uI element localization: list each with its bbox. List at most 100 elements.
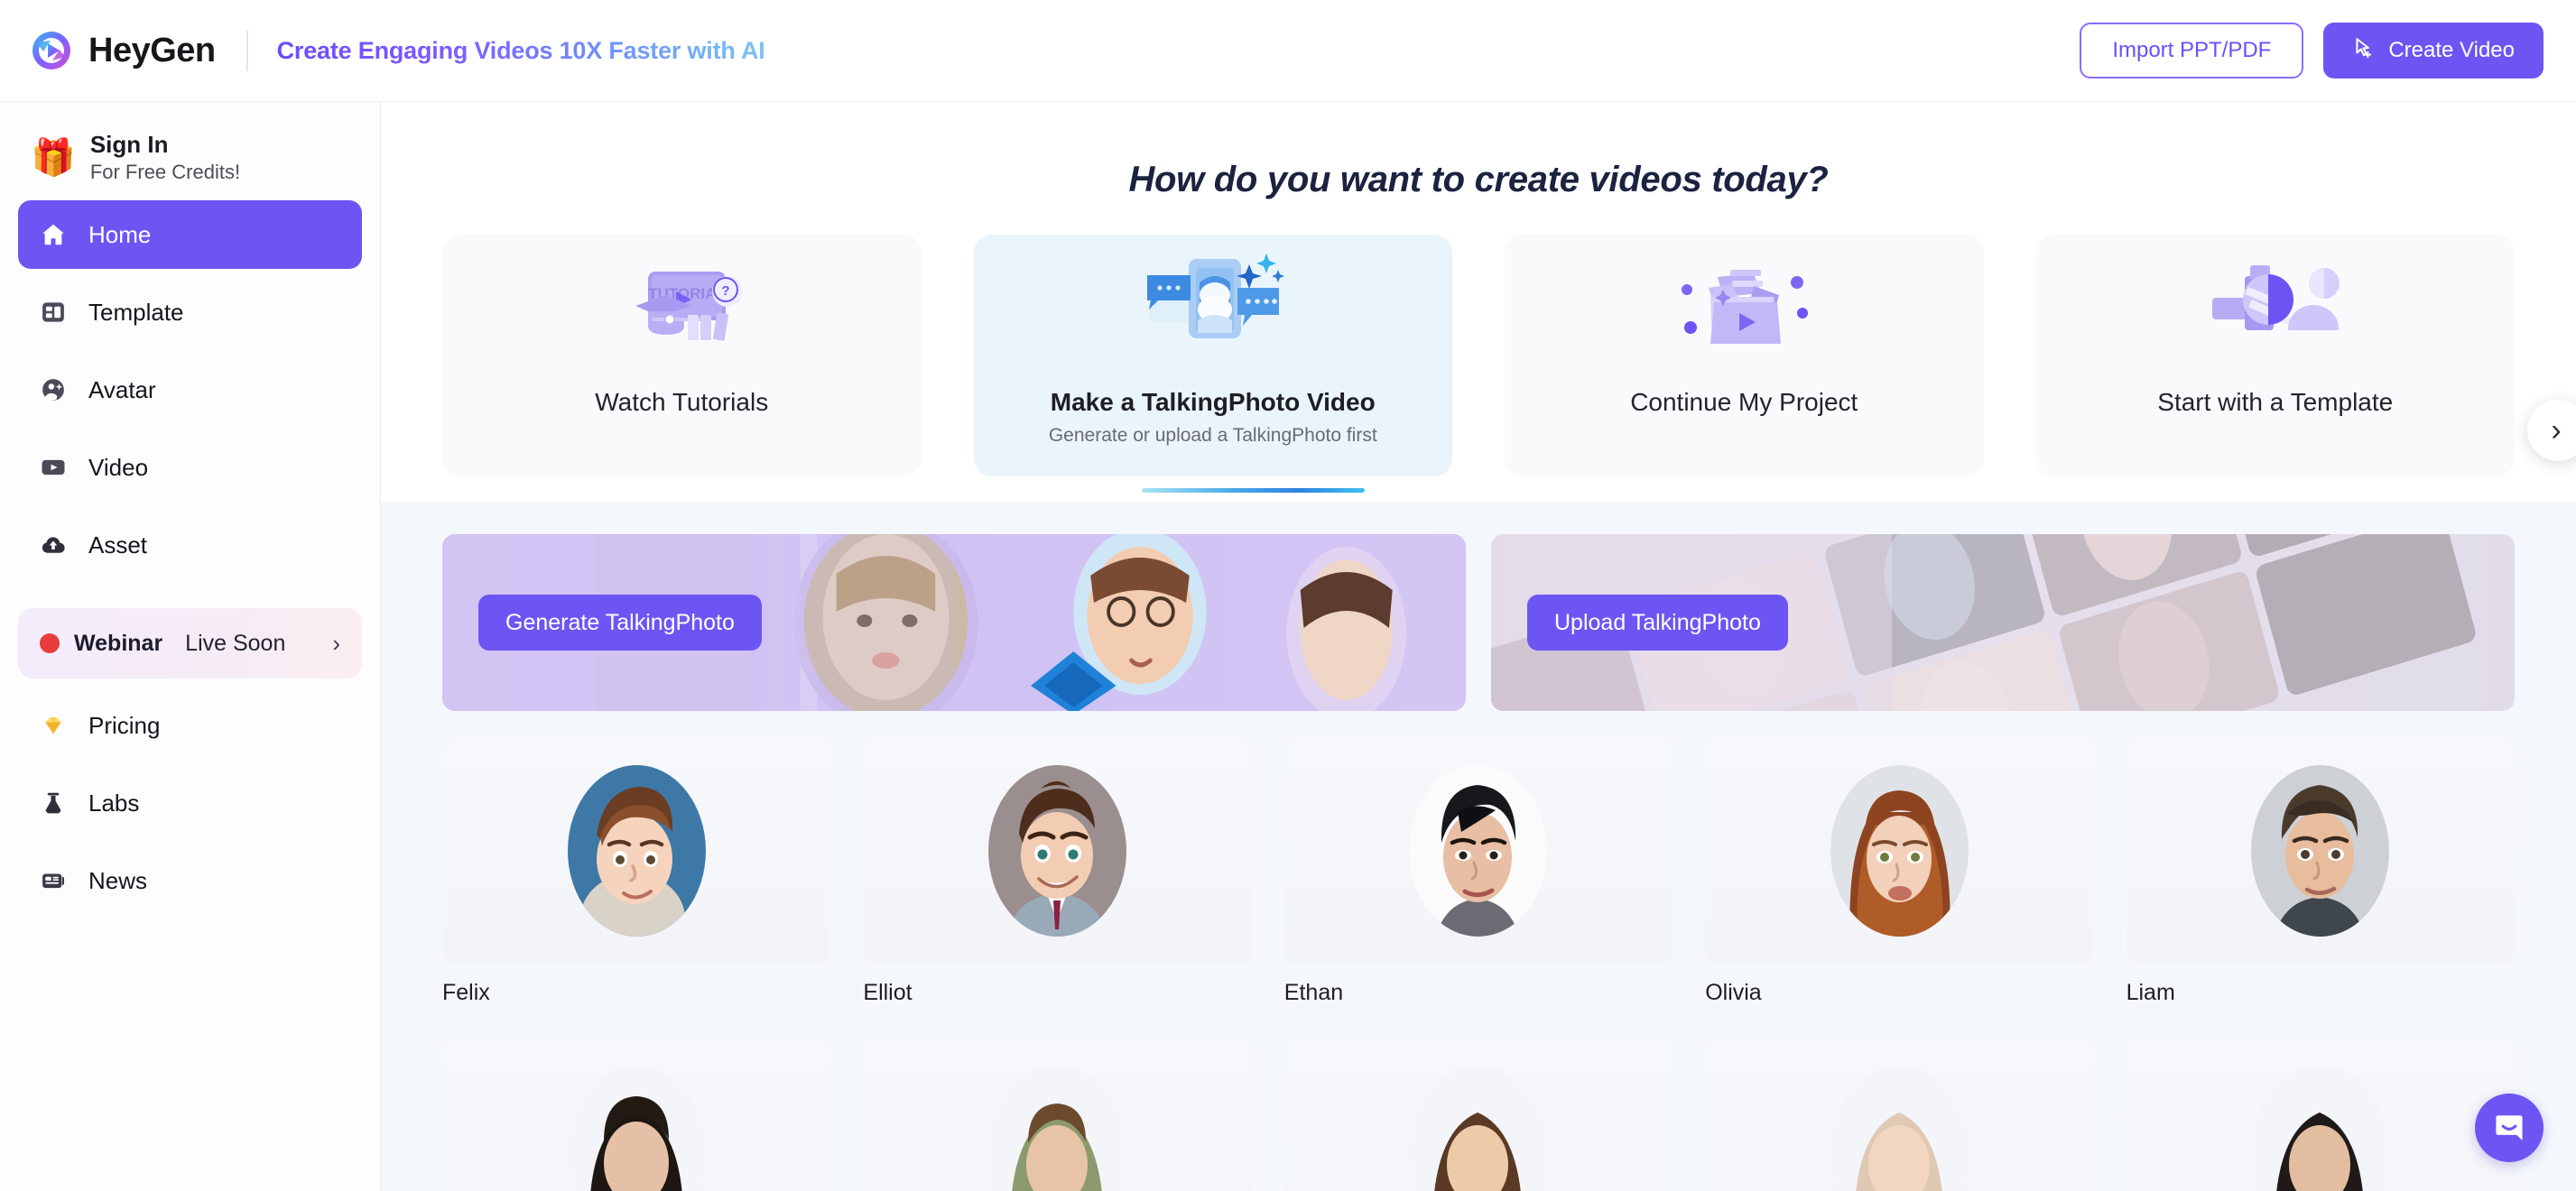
sidebar-item-home[interactable]: Home [18,200,362,269]
avatar-icon [38,374,69,405]
option-card-label: Start with a Template [2157,388,2394,416]
active-card-underline [1142,488,1365,493]
option-card-label: Make a TalkingPhoto Video [1050,388,1376,416]
avatar-card-row2-4[interactable] [1705,1039,2094,1191]
avatar-name: Elliot [863,980,913,1005]
webinar-status-label: Live Soon [185,630,286,656]
news-icon [38,865,69,896]
avatar-image [567,1066,706,1191]
avatar-card-ethan[interactable] [1283,738,1673,964]
chat-bubble-icon [2492,1110,2526,1147]
avatar-image [2251,1066,2390,1191]
sidebar-item-pricing[interactable]: Pricing [18,691,362,760]
avatar-cell: Ethan [1283,738,1673,1006]
avatar-image [1409,1066,1548,1191]
template-shapes-icon [2036,251,2516,374]
avatar-grid: Felix Elliot Ethan Olivia Liam [442,738,2515,1191]
option-card-sublabel: Generate or upload a TalkingPhoto first [1048,425,1377,446]
avatar-name: Felix [442,980,490,1005]
tutorial-video-icon: TUTORIAL ? [442,251,922,374]
sidebar-label-home: Home [88,220,152,248]
option-card-label: Watch Tutorials [595,388,769,416]
avatar-cell [1705,1039,2094,1191]
webinar-label: Webinar [74,630,163,656]
avatar-image [567,765,706,937]
brand-logo[interactable]: HeyGen [31,30,216,71]
option-card-start-with-template[interactable]: Start with a Template [2035,235,2516,476]
avatar-name: Liam [2126,980,2175,1005]
cursor-plus-icon [2352,36,2376,66]
avatar-card-row2-2[interactable] [863,1039,1252,1191]
option-card-make-talkingphoto-video[interactable]: Make a TalkingPhoto Video Generate or up… [973,235,1452,476]
app-header: HeyGen Create Engaging Videos 10X Faster… [0,0,2576,101]
sidebar-item-template[interactable]: Template [18,278,362,346]
carousel-indicator-row [381,476,2576,502]
flask-icon [38,788,69,818]
sidebar-item-news[interactable]: News [18,846,362,915]
option-card-continue-my-project[interactable]: Continue My Project [1505,235,1984,476]
page-title: How do you want to create videos today? [1128,160,1829,199]
avatar-cell: Elliot [863,738,1252,1006]
avatar-name: Ethan [1283,980,1344,1005]
sidebar-label-video: Video [88,453,149,481]
avatar-card-olivia[interactable] [1705,738,2094,964]
sign-in-title: Sign In [89,131,169,158]
avatar-cell: Felix [442,738,831,1006]
chat-support-button[interactable] [2475,1094,2544,1162]
avatar-cell [2126,1039,2515,1191]
sidebar-label-news: News [88,866,148,894]
sidebar-item-video[interactable]: Video [18,433,362,502]
avatar-card-row2-1[interactable] [442,1039,831,1191]
sidebar-item-labs[interactable]: Labs [18,769,362,837]
left-sidebar: 🎁 Sign In For Free Credits! Home Templat… [0,101,381,1191]
upload-talkingphoto-banner[interactable]: Upload TalkingPhoto [1491,534,2515,711]
avatar-card-elliot[interactable] [863,738,1252,964]
header-divider [246,30,248,71]
avatar-card-liam[interactable] [2126,738,2515,964]
option-card-watch-tutorials[interactable]: TUTORIAL ? Watch Tutorials [442,235,922,476]
template-icon [38,297,69,328]
create-options-carousel: TUTORIAL ? Watch Tutorials Make a Talkin… [381,200,2576,476]
header-tagline: Create Engaging Videos 10X Faster with A… [276,36,765,64]
avatar-card-row2-3[interactable] [1283,1039,1673,1191]
generate-talkingphoto-button[interactable]: Generate TalkingPhoto [478,595,762,651]
sign-in-block[interactable]: 🎁 Sign In For Free Credits! [18,116,362,200]
sidebar-label-avatar: Avatar [88,375,156,403]
avatar-image [2251,765,2390,937]
avatar-cell: Olivia [1705,738,2094,1006]
avatar-cell [442,1039,831,1191]
sidebar-item-asset[interactable]: Asset [18,511,362,579]
avatar-card-felix[interactable] [442,738,831,964]
project-folder-icon [1505,251,1984,374]
chevron-right-icon: › [332,629,340,657]
avatar-name: Olivia [1705,980,1762,1005]
heygen-shutter-logo-icon [31,30,72,71]
avatar-grid-section: Felix Elliot Ethan Olivia Liam [381,711,2576,1191]
live-dot-icon [40,633,60,653]
main-content: How do you want to create videos today? … [381,101,2576,1191]
hero-section: How do you want to create videos today? … [381,102,2576,502]
avatar-image [988,765,1127,937]
create-video-button[interactable]: Create Video [2323,23,2544,78]
avatar-card-row2-5[interactable] [2126,1039,2515,1191]
upload-talkingphoto-button[interactable]: Upload TalkingPhoto [1527,595,1788,651]
sidebar-item-avatar[interactable]: Avatar [18,355,362,424]
generate-talkingphoto-banner[interactable]: Generate TalkingPhoto [442,534,1466,711]
sidebar-label-labs: Labs [88,789,140,817]
video-icon [38,452,69,483]
avatar-cell [1283,1039,1673,1191]
home-icon [38,219,69,250]
sidebar-item-webinar[interactable]: Webinar Live Soon › [18,608,362,679]
avatar-image [1409,765,1548,937]
avatar-image [988,1066,1127,1191]
avatar-cell [863,1039,1252,1191]
sidebar-label-asset: Asset [88,531,148,559]
avatar-image [1830,1066,1969,1191]
talkingphoto-banner-zone: Generate TalkingPhoto Upload TalkingPhot… [381,502,2576,711]
import-ppt-pdf-button[interactable]: Import PPT/PDF [2080,23,2304,78]
avatar-image [1830,765,1969,937]
svg-text:?: ? [722,283,730,299]
option-card-label: Continue My Project [1630,388,1858,416]
sign-in-subtitle: For Free Credits! [89,161,241,183]
avatar-cell: Liam [2126,738,2515,1006]
